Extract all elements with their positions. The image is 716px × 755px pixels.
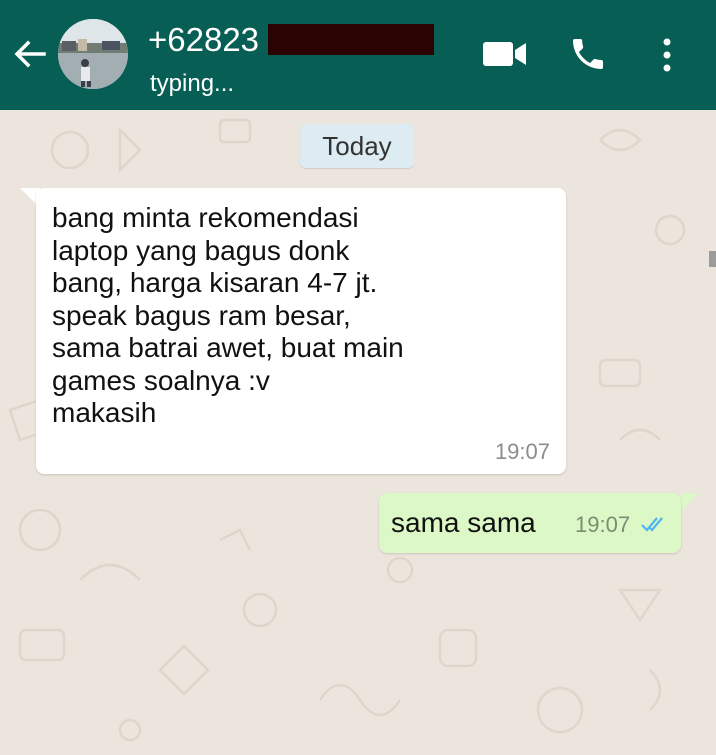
incoming-message-text: bang minta rekomendasi laptop yang bagus… xyxy=(52,202,404,428)
chat-screen: +62823 typing... Today bang minta rekome… xyxy=(0,0,716,755)
message-list[interactable]: Today bang minta rekomendasi laptop yang… xyxy=(0,110,716,755)
avatar[interactable] xyxy=(58,19,128,89)
typing-status: typing... xyxy=(150,70,235,97)
video-camera-icon xyxy=(483,42,526,66)
incoming-message[interactable]: bang minta rekomendasi laptop yang bagus… xyxy=(36,188,566,474)
incoming-message-time: 19:07 xyxy=(494,439,550,464)
outgoing-message-time: 19:07 xyxy=(575,512,631,537)
voice-call-button[interactable] xyxy=(568,34,608,74)
phone-icon xyxy=(573,39,603,69)
double-check-read-icon xyxy=(641,517,663,532)
contact-name[interactable]: +62823 xyxy=(148,22,259,58)
back-button[interactable] xyxy=(12,36,48,72)
outgoing-message[interactable]: sama sama 19:07 xyxy=(379,493,681,553)
outgoing-bubble-tail xyxy=(681,493,699,511)
outgoing-message-text: sama sama xyxy=(391,507,536,538)
scroll-indicator[interactable] xyxy=(709,251,716,267)
more-vertical-icon xyxy=(663,38,671,72)
date-separator: Today xyxy=(300,124,414,168)
video-call-button[interactable] xyxy=(481,37,529,71)
arrow-left-icon xyxy=(14,40,46,68)
redaction-block xyxy=(268,24,434,55)
more-options-button[interactable] xyxy=(654,36,680,74)
avatar-photo xyxy=(58,19,128,89)
chat-header: +62823 typing... xyxy=(0,0,716,110)
